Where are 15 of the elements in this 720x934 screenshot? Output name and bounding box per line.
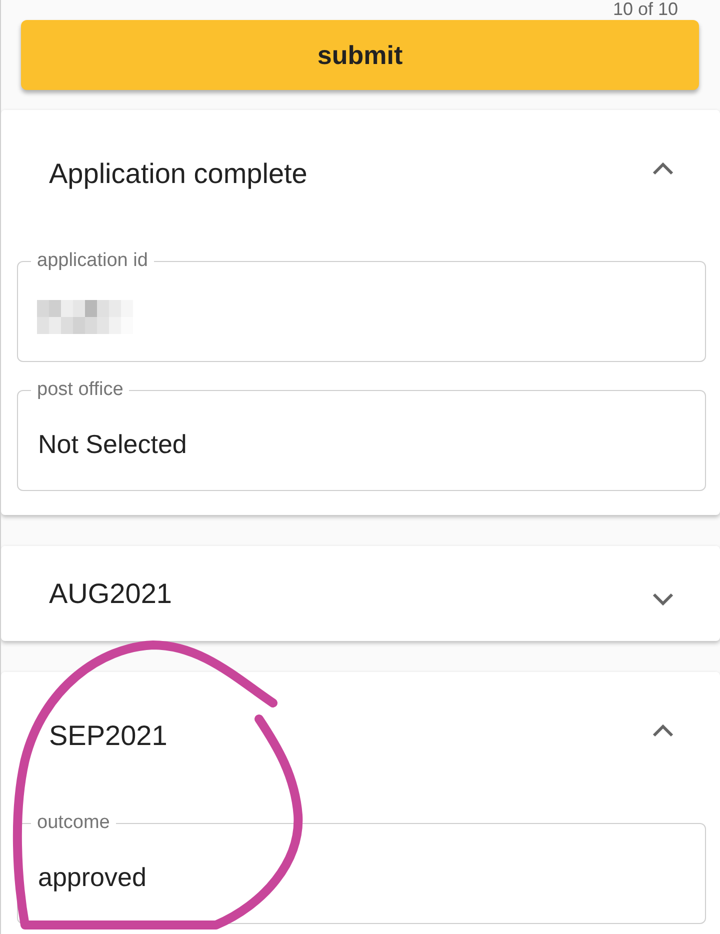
- field-label: application id: [36, 249, 149, 273]
- field-value: Not Selected: [38, 428, 187, 460]
- chevron-down-icon[interactable]: [652, 593, 674, 606]
- text-field[interactable]: application id: [17, 249, 706, 362]
- field-label: outcome: [36, 811, 111, 835]
- field-value: approved: [38, 861, 146, 893]
- text-field[interactable]: post office Not Selected: [17, 378, 706, 491]
- chevron-up-icon[interactable]: [652, 162, 674, 174]
- chevron-up-icon[interactable]: [652, 724, 674, 736]
- field-label: post office: [36, 378, 124, 402]
- panel-title[interactable]: AUG2021: [49, 576, 172, 610]
- panel-title[interactable]: Application complete: [49, 157, 308, 191]
- panel-title[interactable]: SEP2021: [49, 719, 168, 753]
- submit-button[interactable]: submit: [21, 20, 699, 90]
- page-counter: 10 of 10: [612, 0, 678, 20]
